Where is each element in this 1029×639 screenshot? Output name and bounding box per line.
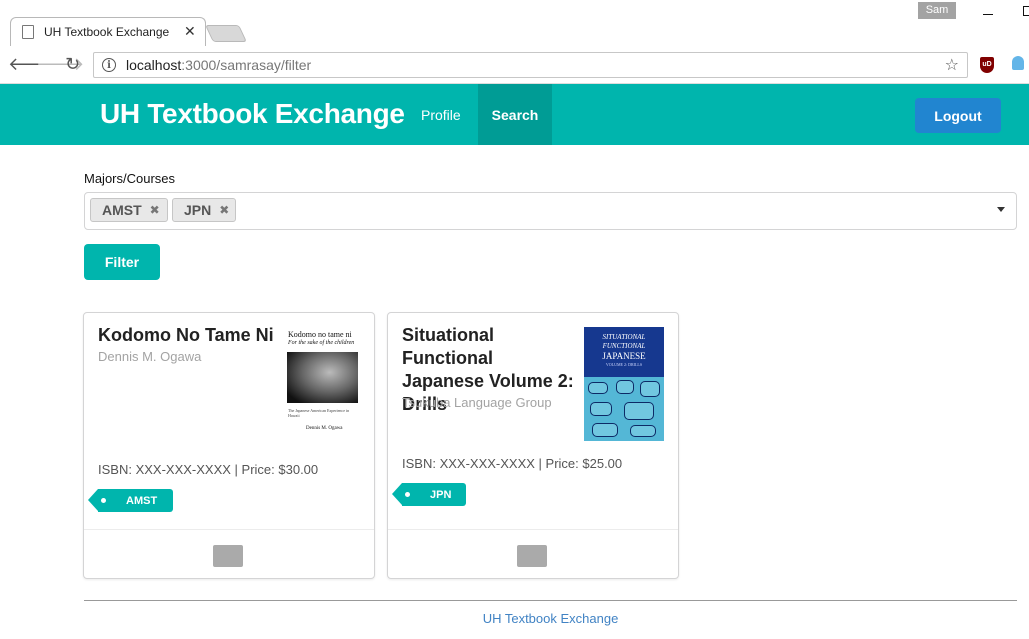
- chip-label: JPN: [184, 202, 212, 218]
- app-navbar: UH Textbook Exchange Profile Search Logo…: [0, 84, 1029, 145]
- brand-title[interactable]: UH Textbook Exchange: [100, 98, 405, 130]
- minimize-icon[interactable]: [983, 5, 993, 15]
- cover-line-2: FUNCTIONAL: [602, 342, 646, 350]
- nav-item-profile[interactable]: Profile: [405, 84, 477, 145]
- book-author: Dennis M. Ogawa: [98, 349, 202, 364]
- book-card: Situational Functional Japanese Volume 2…: [387, 312, 679, 579]
- book-isbn-price: ISBN: XXX-XXX-XXXX | Price: $30.00: [98, 462, 319, 477]
- book-isbn-price: ISBN: XXX-XXX-XXXX | Price: $25.00: [402, 456, 623, 471]
- chip-label: AMST: [102, 202, 142, 218]
- url-host: localhost: [126, 57, 182, 73]
- book-cover-image: Kodomo no tame ni For the sake of the ch…: [284, 327, 360, 435]
- cover-panel: [616, 380, 634, 394]
- browser-profile-chip[interactable]: Sam: [918, 2, 956, 19]
- browser-tabstrip: UH Textbook Exchange ✕ Sam: [0, 0, 1029, 47]
- cover-panel: [640, 381, 660, 397]
- course-tag: JPN: [392, 483, 466, 506]
- book-author: Tsukuba Language Group: [402, 395, 552, 410]
- book-cover-image: SITUATIONAL FUNCTIONAL JAPANESE VOLUME 2…: [584, 327, 664, 441]
- cover-subtitle: For the sake of the children: [288, 340, 355, 346]
- info-icon[interactable]: i: [102, 58, 116, 72]
- cover-line-3: JAPANESE: [602, 351, 646, 361]
- cover-photo: [287, 352, 358, 403]
- book-title: Kodomo No Tame Ni: [98, 325, 274, 345]
- footer-link[interactable]: UH Textbook Exchange: [0, 611, 1029, 626]
- footer-divider: [84, 600, 1017, 601]
- card-divider: [388, 529, 678, 530]
- maximize-icon[interactable]: [1023, 6, 1029, 16]
- page-icon: [22, 25, 34, 39]
- ghost-extension-icon[interactable]: [1012, 56, 1024, 70]
- tab-title: UH Textbook Exchange: [44, 25, 170, 39]
- cover-author: Dennis M. Ogawa: [306, 426, 343, 431]
- selected-chip-amst[interactable]: AMST ✖: [90, 198, 168, 222]
- book-card: Kodomo No Tame Ni Dennis M. Ogawa Kodomo…: [83, 312, 375, 579]
- browser-toolbar: 🡐 🡒 ↻ i localhost :3000/samrasay/filter …: [0, 46, 1029, 84]
- cover-panel: [590, 402, 612, 416]
- cover-panel: [630, 425, 656, 437]
- cover-line-4: VOLUME 2: DRILLS: [605, 362, 643, 367]
- remove-chip-icon[interactable]: ✖: [219, 203, 229, 217]
- close-tab-icon[interactable]: ✕: [184, 23, 196, 40]
- cover-panel: [592, 423, 618, 437]
- url-path: :3000/samrasay/filter: [181, 57, 312, 73]
- cover-panel: [624, 402, 654, 420]
- cover-title: Kodomo no tame ni: [288, 330, 352, 339]
- browser-tab-content[interactable]: UH Textbook Exchange ✕: [22, 18, 202, 46]
- star-icon[interactable]: ☆: [945, 55, 959, 75]
- logout-button[interactable]: Logout: [915, 98, 1001, 133]
- card-divider: [84, 529, 374, 530]
- filter-button[interactable]: Filter: [84, 244, 160, 280]
- majors-courses-select[interactable]: AMST ✖ JPN ✖: [84, 192, 1017, 230]
- ublock-extension-icon[interactable]: uD: [980, 57, 994, 73]
- reload-icon[interactable]: ↻: [65, 54, 80, 74]
- course-tag: AMST: [88, 489, 173, 512]
- address-bar[interactable]: i localhost :3000/samrasay/filter ☆: [93, 52, 968, 78]
- dropdown-caret-icon[interactable]: [997, 207, 1005, 212]
- majors-courses-label: Majors/Courses: [84, 171, 176, 186]
- selected-chip-jpn[interactable]: JPN ✖: [172, 198, 236, 222]
- cover-line: The Japanese American Experience in Hawa…: [288, 408, 350, 418]
- cover-panel: [588, 382, 608, 394]
- envelope-icon[interactable]: [213, 545, 243, 567]
- cover-illustration: [584, 377, 664, 441]
- cover-line-1: SITUATIONAL: [602, 333, 646, 341]
- new-tab-button[interactable]: [205, 25, 247, 42]
- remove-chip-icon[interactable]: ✖: [150, 203, 160, 217]
- nav-item-search[interactable]: Search: [478, 84, 552, 145]
- envelope-icon[interactable]: [517, 545, 547, 567]
